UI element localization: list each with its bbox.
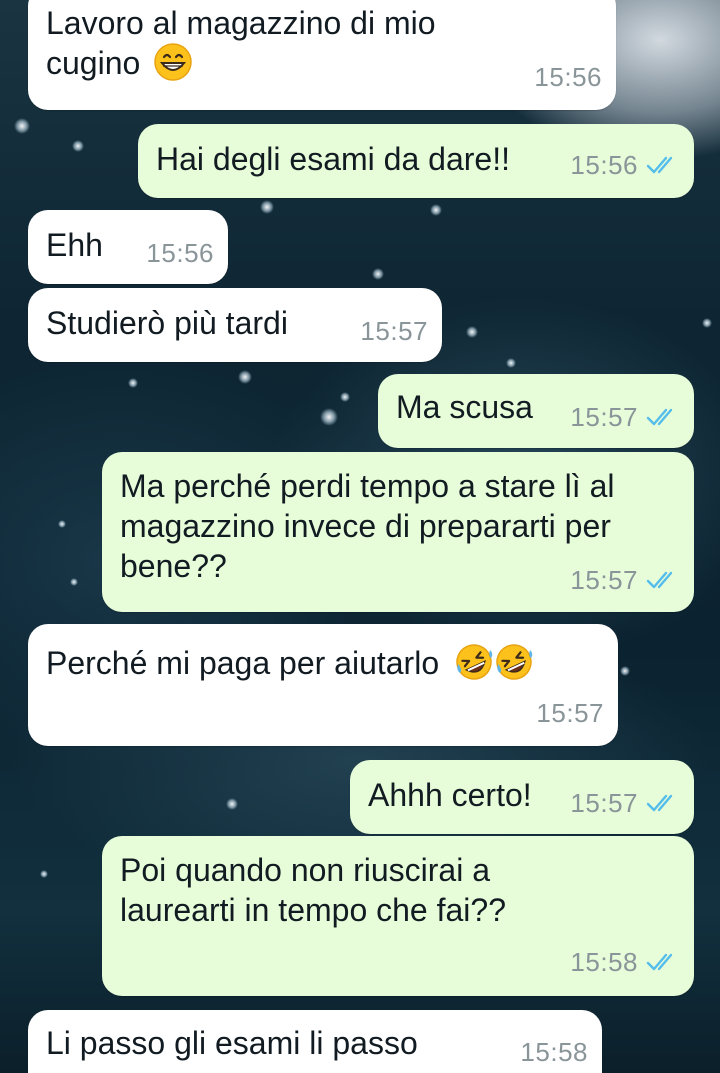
message-meta: 15:57 [536,694,604,732]
message-time: 15:57 [536,698,604,728]
rolling-on-floor-laughing-emoji [496,644,533,680]
read-receipt-icon [646,408,673,426]
incoming-message[interactable]: Li passo gli esami li passo 15:58 [28,1010,602,1073]
message-meta: 15:57 [570,784,680,822]
message-time: 15:58 [520,1037,588,1067]
message-meta: 15:56 [146,234,214,272]
message-meta: 15:56 [570,146,680,184]
read-receipt-icon [646,953,673,971]
outgoing-message[interactable]: Ma perché perdi tempo a stare lì al maga… [102,452,694,612]
message-text: Ma scusa [396,389,533,425]
message-time: 15:58 [570,947,638,977]
read-receipt-icon [646,794,673,812]
message-meta: 15:57 [570,560,680,600]
read-receipt-icon [646,571,673,589]
message-text: Ehh [46,227,103,263]
incoming-message[interactable]: Studierò più tardi 15:57 [28,288,442,362]
message-text: Studierò più tardi [46,305,288,341]
message-time: 15:57 [360,316,428,346]
outgoing-message[interactable]: Poi quando non riuscirai a laurearti in … [102,836,694,996]
message-time: 15:57 [570,788,638,818]
message-time: 15:57 [570,402,638,432]
message-meta: 15:57 [570,398,680,436]
message-list[interactable]: Lavoro al magazzino di mio cugino 15:56 … [0,0,720,1073]
message-text: Perché mi paga per aiutarlo [46,645,440,681]
message-time: 15:56 [534,62,602,92]
outgoing-message[interactable]: Ma scusa 15:57 [378,374,694,448]
message-text: Poi quando non riuscirai a laurearti in … [120,852,506,928]
message-meta: 15:57 [360,312,428,350]
incoming-message[interactable]: Ehh 15:56 [28,210,228,284]
message-text: Lavoro al magazzino di mio cugino [46,5,436,81]
rolling-on-floor-laughing-emoji [456,644,493,680]
incoming-message[interactable]: Perché mi paga per aiutarlo 15:57 [28,624,618,746]
message-text: Ahhh certo! [368,777,532,813]
message-time: 15:56 [570,150,638,180]
outgoing-message[interactable]: Ahhh certo! 15:57 [350,760,694,834]
outgoing-message[interactable]: Hai degli esami da dare!! 15:56 [138,124,694,198]
message-meta: 15:58 [520,1033,588,1071]
incoming-message[interactable]: Lavoro al magazzino di mio cugino 15:56 [28,0,616,110]
message-text: Li passo gli esami li passo [46,1025,418,1061]
message-time: 15:56 [146,238,214,268]
message-meta: 15:58 [570,942,680,982]
read-receipt-icon [646,156,673,174]
message-text: Hai degli esami da dare!! [156,141,510,177]
message-time: 15:57 [570,565,638,595]
message-text: Ma perché perdi tempo a stare lì al maga… [120,468,615,584]
message-meta: 15:56 [534,58,602,96]
grinning-face-emoji [154,43,192,81]
